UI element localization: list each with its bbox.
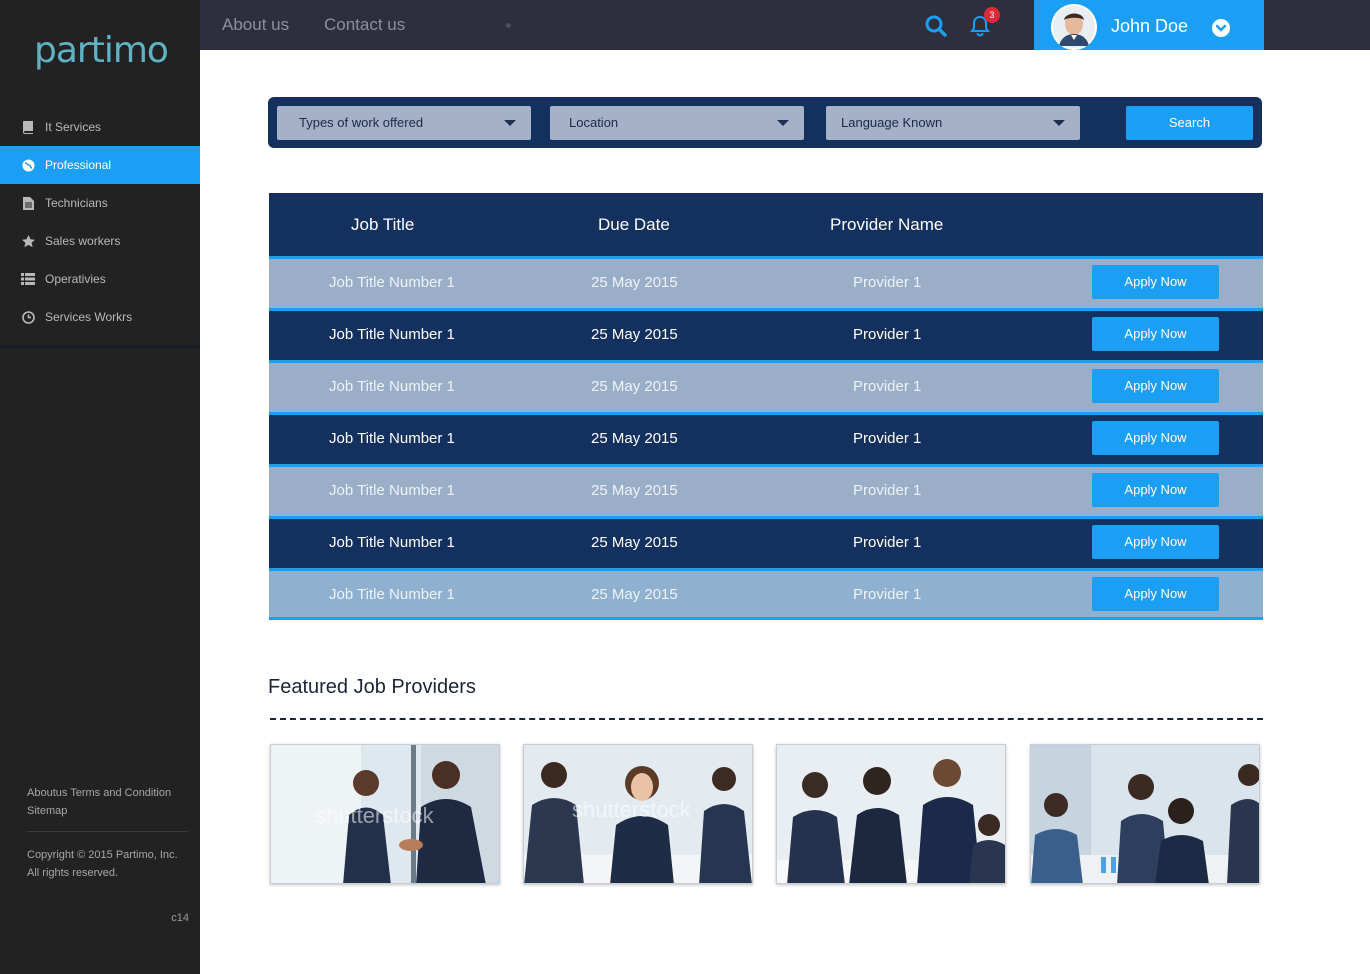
work-type-value: Types of work offered bbox=[299, 115, 424, 130]
table-row: Job Title Number 1 25 May 2015 Provider … bbox=[269, 308, 1263, 360]
page: partimo It Services Professional Technic… bbox=[0, 0, 1370, 974]
sidebar-item-operativies[interactable]: Operativies bbox=[0, 260, 200, 298]
job-title-cell[interactable]: Job Title Number 1 bbox=[329, 326, 455, 343]
provider-cell: Provider 1 bbox=[853, 378, 922, 395]
caret-down-icon bbox=[504, 120, 516, 126]
location-select[interactable]: Location bbox=[550, 106, 804, 140]
apply-now-button[interactable]: Apply Now bbox=[1092, 265, 1219, 299]
job-title-cell[interactable]: Job Title Number 1 bbox=[329, 534, 455, 551]
job-title-cell[interactable]: Job Title Number 1 bbox=[329, 274, 455, 291]
job-title-cell[interactable]: Job Title Number 1 bbox=[329, 482, 455, 499]
provider-cell: Provider 1 bbox=[853, 326, 922, 343]
location-value: Location bbox=[569, 115, 619, 130]
sidebar-item-professional[interactable]: Professional bbox=[0, 146, 200, 184]
about-us-link[interactable]: About us bbox=[222, 15, 289, 35]
sidebar-item-label: It Services bbox=[45, 120, 102, 134]
sidebar-item-sales-workers[interactable]: Sales workers bbox=[0, 222, 200, 260]
sidebar-item-services-workrs[interactable]: Services Workrs bbox=[0, 298, 200, 336]
table-row: Job Title Number 1 25 May 2015 Provider … bbox=[269, 516, 1263, 568]
sidebar-item-label: Professional bbox=[45, 158, 112, 172]
provider-photo-4[interactable] bbox=[1030, 744, 1260, 884]
table-row: Job Title Number 1 25 May 2015 Provider … bbox=[269, 256, 1263, 308]
sidebar-item-technicians[interactable]: Technicians bbox=[0, 184, 200, 222]
column-header-due-date: Due Date bbox=[598, 215, 670, 234]
caret-down-icon bbox=[777, 120, 789, 126]
column-header-job-title: Job Title bbox=[351, 215, 415, 234]
sidebar-item-label: Operativies bbox=[45, 272, 106, 286]
version-label: c14 bbox=[171, 912, 189, 924]
watermark-text: shutterstock bbox=[315, 803, 434, 828]
nav-separator-dot bbox=[506, 23, 511, 28]
due-date-cell: 25 May 2015 bbox=[591, 586, 678, 603]
apply-now-button[interactable]: Apply Now bbox=[1092, 317, 1219, 351]
provider-cell: Provider 1 bbox=[853, 482, 922, 499]
sidebar: partimo It Services Professional Technic… bbox=[0, 0, 200, 974]
watermark-text: shutterstock bbox=[572, 797, 691, 822]
caret-down-icon bbox=[1053, 120, 1065, 126]
provider-photo-3[interactable] bbox=[776, 744, 1006, 884]
contact-us-link[interactable]: Contact us bbox=[324, 15, 405, 35]
copyright: Copyright © 2015 Partimo, Inc. All right… bbox=[27, 849, 178, 879]
due-date-cell: 25 May 2015 bbox=[591, 534, 678, 551]
star-icon bbox=[21, 234, 35, 248]
language-value: Language Known bbox=[841, 115, 943, 130]
apply-now-button[interactable]: Apply Now bbox=[1092, 577, 1219, 611]
job-title-cell[interactable]: Job Title Number 1 bbox=[329, 586, 455, 603]
due-date-cell: 25 May 2015 bbox=[591, 430, 678, 447]
table-row: Job Title Number 1 25 May 2015 Provider … bbox=[269, 464, 1263, 516]
apply-now-button[interactable]: Apply Now bbox=[1092, 473, 1219, 507]
due-date-cell: 25 May 2015 bbox=[591, 274, 678, 291]
table-row: Job Title Number 1 25 May 2015 Provider … bbox=[269, 360, 1263, 412]
provider-photo-2[interactable]: shutterstock bbox=[523, 744, 753, 884]
footer-divider bbox=[27, 831, 188, 832]
search-button[interactable]: Search bbox=[1126, 106, 1253, 140]
sidebar-item-label: Technicians bbox=[45, 196, 108, 210]
apply-now-button[interactable]: Apply Now bbox=[1092, 421, 1219, 455]
due-date-cell: 25 May 2015 bbox=[591, 326, 678, 343]
job-title-cell[interactable]: Job Title Number 1 bbox=[329, 378, 455, 395]
provider-cell: Provider 1 bbox=[853, 586, 922, 603]
featured-divider bbox=[270, 718, 1263, 720]
table-row: Job Title Number 1 25 May 2015 Provider … bbox=[269, 568, 1263, 620]
sidebar-divider bbox=[0, 346, 200, 348]
apply-now-button[interactable]: Apply Now bbox=[1092, 369, 1219, 403]
apply-now-button[interactable]: Apply Now bbox=[1092, 525, 1219, 559]
user-menu[interactable]: John Doe bbox=[1034, 0, 1264, 50]
chevron-down-icon[interactable] bbox=[1212, 19, 1230, 37]
notification-badge: 3 bbox=[984, 7, 1000, 23]
avatar[interactable] bbox=[1051, 4, 1097, 50]
clock-icon bbox=[21, 310, 35, 324]
search-icon[interactable] bbox=[925, 15, 947, 37]
provider-cell: Provider 1 bbox=[853, 274, 922, 291]
provider-photo-1[interactable]: shutterstock bbox=[270, 744, 500, 884]
sidebar-item-it-services[interactable]: It Services bbox=[0, 108, 200, 146]
user-name[interactable]: John Doe bbox=[1111, 16, 1188, 37]
work-type-select[interactable]: Types of work offered bbox=[277, 106, 531, 140]
provider-cell: Provider 1 bbox=[853, 534, 922, 551]
due-date-cell: 25 May 2015 bbox=[591, 482, 678, 499]
list-icon bbox=[21, 272, 35, 286]
table-row: Job Title Number 1 25 May 2015 Provider … bbox=[269, 412, 1263, 464]
globe-icon bbox=[21, 158, 35, 172]
jobs-table: Job Title Due Date Provider Name Job Tit… bbox=[269, 193, 1263, 620]
sidebar-item-label: Sales workers bbox=[45, 234, 121, 248]
due-date-cell: 25 May 2015 bbox=[591, 378, 678, 395]
job-title-cell[interactable]: Job Title Number 1 bbox=[329, 430, 455, 447]
brand-logo[interactable]: partimo bbox=[34, 30, 169, 71]
column-header-provider-name: Provider Name bbox=[830, 215, 944, 234]
provider-cell: Provider 1 bbox=[853, 430, 922, 447]
sidebar-item-label: Services Workrs bbox=[45, 310, 133, 324]
table-header: Job Title Due Date Provider Name bbox=[269, 193, 1263, 256]
sidebar-nav: It Services Professional Technicians Sal… bbox=[0, 108, 200, 336]
document-icon bbox=[21, 196, 35, 210]
filter-bar: Types of work offered Location Language … bbox=[268, 97, 1262, 148]
language-select[interactable]: Language Known bbox=[826, 106, 1080, 140]
top-bar: About us Contact us 3 John Doe bbox=[200, 0, 1370, 50]
book-icon bbox=[21, 120, 35, 134]
featured-title: Featured Job Providers bbox=[268, 676, 476, 698]
footer-links[interactable]: Aboutus Terms and Condition Sitemap bbox=[27, 784, 192, 820]
